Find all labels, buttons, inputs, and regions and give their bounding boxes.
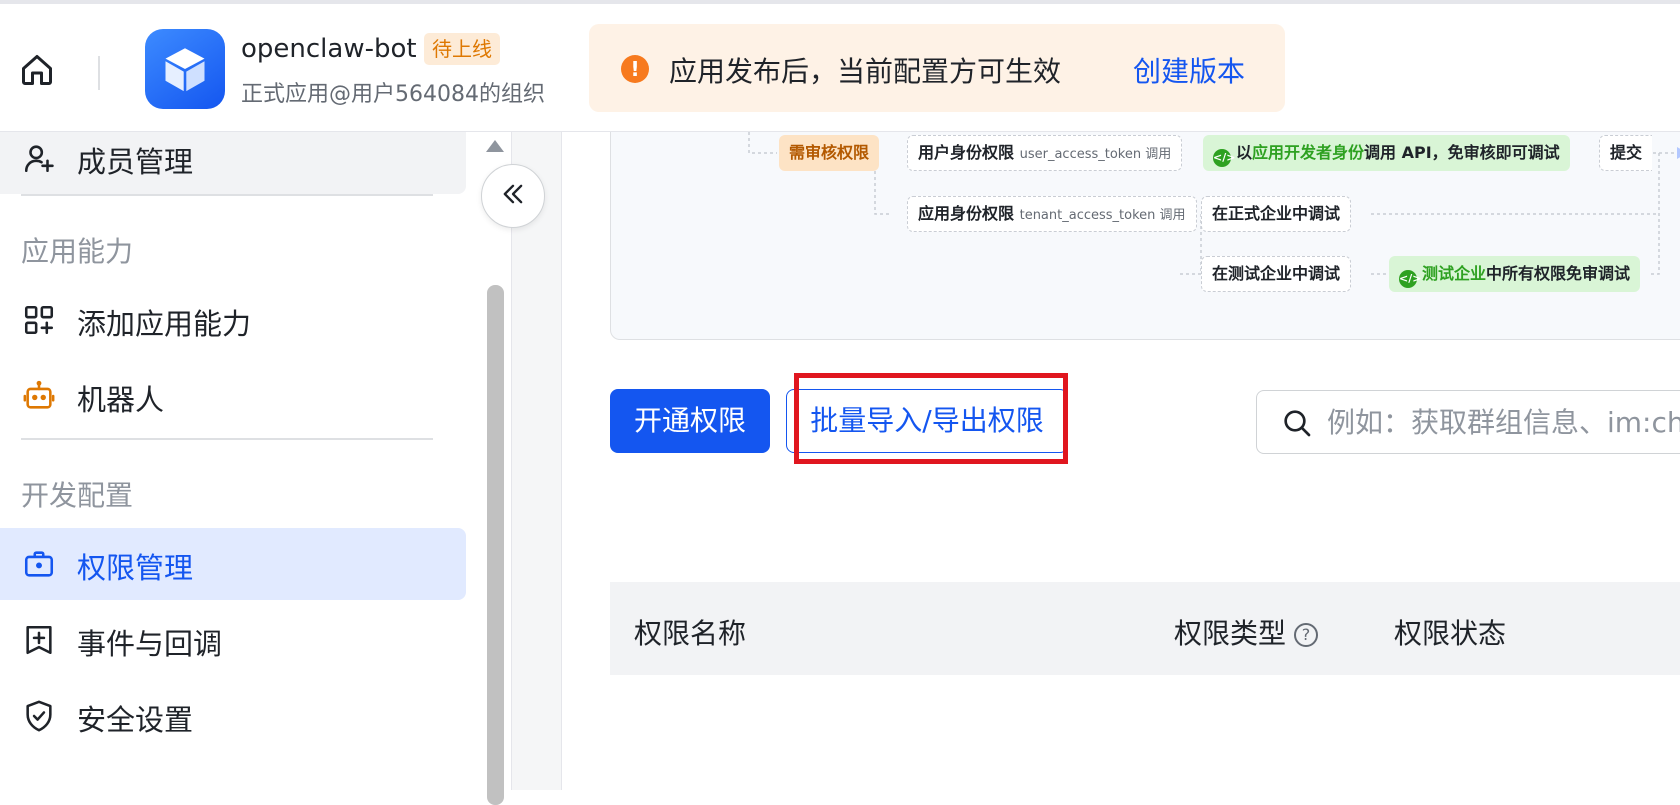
- bulk-import-export-button[interactable]: 批量导入/导出权限: [786, 389, 1068, 453]
- app-org: 正式应用@用户564084的组织: [241, 82, 545, 107]
- sidebar-divider: [21, 438, 433, 440]
- cube-icon: [165, 48, 205, 92]
- flow-node-dev-call: </>以应用开发者身份调用 API，免审核即可调试: [1203, 135, 1570, 171]
- home-button[interactable]: [14, 49, 60, 95]
- sidebar-item-add-capability[interactable]: 添加应用能力: [0, 284, 466, 356]
- sidebar-item-members[interactable]: 成员管理: [0, 132, 466, 194]
- sidebar-item-robot[interactable]: 机器人: [0, 360, 466, 432]
- flow-node-test-free: </>测试企业中所有权限免审调试: [1389, 256, 1641, 292]
- sidebar-item-label: 事件与回调: [77, 627, 223, 661]
- content-gutter: [512, 132, 562, 790]
- flow-node-highlight: 测试企业: [1422, 264, 1487, 283]
- enable-permission-button[interactable]: 开通权限: [610, 389, 770, 453]
- code-icon: </>: [1399, 270, 1421, 288]
- sidebar-item-label: 安全设置: [77, 703, 194, 737]
- help-icon[interactable]: ?: [1294, 623, 1319, 647]
- sidebar-item-events[interactable]: 事件与回调: [0, 604, 466, 676]
- flow-node-submit: 提交: [1599, 135, 1653, 171]
- section-title-dev-config: 开发配置: [21, 479, 134, 512]
- grid-add-icon: [22, 303, 56, 337]
- collapse-sidebar-button[interactable]: [481, 164, 545, 228]
- app-logo: [145, 29, 225, 109]
- column-header-label: 权限类型: [1174, 617, 1287, 650]
- flow-node-token: tenant_access_token 调用: [1019, 208, 1186, 223]
- permission-search-box[interactable]: [1256, 390, 1680, 454]
- sidebar-item-label: 添加应用能力: [77, 307, 252, 341]
- section-title-capability: 应用能力: [21, 235, 134, 268]
- home-icon: [19, 52, 55, 92]
- double-chevron-left-icon: [499, 180, 527, 212]
- flow-node-formal-debug: 在正式企业中调试: [1201, 196, 1352, 232]
- sidebar-item-label: 成员管理: [77, 145, 194, 179]
- warning-icon: !: [621, 55, 649, 83]
- flow-node-label: 用户身份权限: [918, 143, 1015, 162]
- shield-icon: [22, 699, 56, 733]
- sidebar: 成员管理 应用能力 添加应用能力 机器人 开发配置 权限管理 事件与回调 安全设…: [0, 132, 512, 790]
- permission-table-header: 权限名称 权限类型? 权限状态: [610, 582, 1680, 675]
- create-version-link[interactable]: 创建版本: [1133, 50, 1245, 90]
- event-icon: [22, 623, 56, 657]
- scrollbar-thumb[interactable]: [487, 285, 504, 805]
- flow-node-test-debug: 在测试企业中调试: [1201, 256, 1352, 292]
- scroll-up-arrow[interactable]: [486, 140, 504, 152]
- flow-node-app-identity: 应用身份权限 tenant_access_token 调用: [907, 196, 1197, 232]
- app-header: openclaw-bot 待上线 正式应用@用户564084的组织 ! 应用发布…: [0, 4, 1680, 132]
- flow-node-user-identity: 用户身份权限 user_access_token 调用: [907, 135, 1183, 171]
- flow-node-text: 以: [1236, 143, 1253, 162]
- sidebar-item-label: 权限管理: [77, 551, 194, 585]
- column-header-status: 权限状态: [1394, 617, 1507, 650]
- user-add-icon: [22, 141, 56, 175]
- publish-notice: ! 应用发布后，当前配置方可生效 创建版本: [589, 24, 1285, 112]
- search-input[interactable]: [1327, 401, 1680, 443]
- sidebar-item-permissions[interactable]: 权限管理: [0, 528, 466, 600]
- sidebar-item-security[interactable]: 安全设置: [0, 680, 466, 752]
- code-icon: </>: [1213, 149, 1235, 167]
- column-header-type: 权限类型?: [1174, 612, 1319, 652]
- permission-flow-diagram: 需审核权限 用户身份权限 user_access_token 调用 </>以应用…: [610, 132, 1680, 340]
- search-icon: [1281, 407, 1313, 443]
- permission-icon: [22, 547, 56, 581]
- flow-node-highlight: 应用开发者身份: [1252, 143, 1365, 162]
- flow-node-token: user_access_token 调用: [1019, 147, 1172, 162]
- sidebar-divider: [21, 194, 433, 196]
- flow-node-review: 需审核权限: [779, 135, 880, 171]
- sidebar-item-label: 机器人: [77, 383, 165, 417]
- notice-text: 应用发布后，当前配置方可生效: [669, 55, 1062, 88]
- flow-node-text: 中所有权限免审调试: [1486, 264, 1631, 283]
- header-divider: [98, 56, 100, 90]
- flow-node-label: 应用身份权限: [918, 204, 1015, 223]
- app-name: openclaw-bot: [241, 34, 417, 64]
- robot-icon: [22, 379, 56, 413]
- status-badge: 待上线: [424, 33, 500, 65]
- main-content: 需审核权限 用户身份权限 user_access_token 调用 </>以应用…: [562, 132, 1680, 790]
- flow-node-text: 调用 API，免审核即可调试: [1364, 143, 1560, 162]
- column-header-name: 权限名称: [634, 617, 747, 650]
